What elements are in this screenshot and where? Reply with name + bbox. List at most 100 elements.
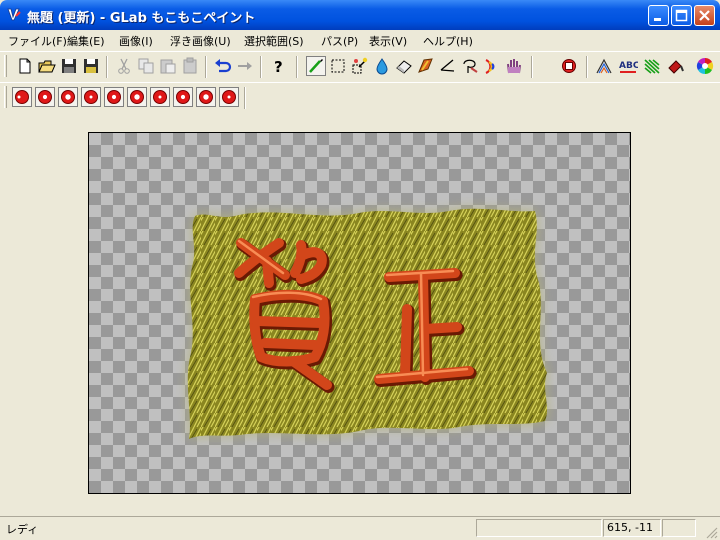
save-button[interactable] xyxy=(59,56,79,76)
ball-style-button-4[interactable] xyxy=(81,87,101,107)
hand-button[interactable] xyxy=(504,56,524,76)
hand-icon xyxy=(507,59,521,74)
color-wheel-button[interactable] xyxy=(695,56,715,76)
brush-icon xyxy=(418,58,433,73)
close-button[interactable] xyxy=(694,5,715,26)
texture-icon xyxy=(644,59,660,74)
svg-text:?: ? xyxy=(274,58,283,76)
toolbar-separator xyxy=(106,56,108,78)
ball-style-button-2[interactable] xyxy=(35,87,55,107)
paste-special-icon xyxy=(183,57,197,74)
pattern-icon: ABC xyxy=(619,61,640,73)
cut-button[interactable] xyxy=(114,56,134,76)
texture-button[interactable] xyxy=(642,56,662,76)
app-icon xyxy=(7,8,21,21)
save-icon xyxy=(62,59,76,73)
ball-style-button-10[interactable] xyxy=(219,87,239,107)
ball-style-button-9[interactable] xyxy=(196,87,216,107)
line-tool-button[interactable] xyxy=(438,56,458,76)
red-ball-7-icon xyxy=(153,90,167,104)
gradient-button[interactable] xyxy=(594,56,614,76)
ball-style-button-3[interactable] xyxy=(58,87,78,107)
help-icon: ? xyxy=(274,58,283,76)
fill-icon xyxy=(668,60,684,74)
pattern-button[interactable]: ABC xyxy=(618,56,640,76)
cut-icon xyxy=(118,58,130,74)
image-canvas[interactable] xyxy=(88,132,631,494)
paste-icon xyxy=(160,59,176,74)
toolbar-separator xyxy=(296,56,298,78)
red-ball-8-icon xyxy=(176,90,190,104)
ball-style-button-6[interactable] xyxy=(127,87,147,107)
red-ball-1-icon xyxy=(15,90,29,104)
status-text: レディ xyxy=(6,523,39,536)
new-file-button[interactable] xyxy=(15,56,35,76)
save-all-button[interactable] xyxy=(81,56,101,76)
menu-help[interactable]: ヘルプ(H) xyxy=(423,33,473,49)
ball-style-button-1[interactable] xyxy=(12,87,32,107)
menu-file[interactable]: ファイル(F) xyxy=(8,33,67,49)
svg-text:ABC: ABC xyxy=(619,61,638,71)
red-ball-10-icon xyxy=(222,90,236,104)
ball-style-button-8[interactable] xyxy=(173,87,193,107)
menu-bar: ファイル(F) 編集(E) 画像(I) 浮き画像(U) 選択範囲(S) パス(P… xyxy=(0,30,720,50)
rect-select-icon xyxy=(331,59,345,73)
undo-button[interactable] xyxy=(213,56,233,76)
menu-edit[interactable]: 編集(E) xyxy=(67,33,105,49)
maximize-icon xyxy=(675,9,688,22)
red-ball-2-icon xyxy=(38,90,52,104)
gradient-icon xyxy=(596,58,612,74)
rainbow-icon xyxy=(485,58,495,75)
toolbar-separator xyxy=(586,56,588,78)
paste-special-button[interactable] xyxy=(180,56,200,76)
minimize-button[interactable] xyxy=(648,5,669,26)
line-tool-icon xyxy=(440,59,455,72)
maximize-button[interactable] xyxy=(671,5,692,26)
redo-button[interactable] xyxy=(235,56,255,76)
resize-grip-icon[interactable] xyxy=(704,525,718,539)
magic-wand-button[interactable] xyxy=(350,56,370,76)
menu-floating-image[interactable]: 浮き画像(U) xyxy=(170,33,231,49)
fill-button[interactable] xyxy=(666,56,686,76)
open-folder-icon xyxy=(38,60,56,73)
toolbar-grip[interactable] xyxy=(4,55,7,77)
red-ball-4-icon xyxy=(84,90,98,104)
menu-selection[interactable]: 選択範囲(S) xyxy=(244,33,304,49)
dropper-button[interactable] xyxy=(372,56,392,76)
toolbar-separator xyxy=(244,87,246,109)
copy-icon xyxy=(138,58,154,74)
toolbar-grip[interactable] xyxy=(4,86,7,108)
menu-image[interactable]: 画像(I) xyxy=(119,33,153,49)
red-ball-5-icon xyxy=(107,90,121,104)
ball-style-button-5[interactable] xyxy=(104,87,124,107)
rect-select-button[interactable] xyxy=(328,56,348,76)
menu-path[interactable]: パス(P) xyxy=(321,33,358,49)
rainbow-button[interactable] xyxy=(482,56,502,76)
dropper-icon xyxy=(376,58,388,75)
red-ball-9-icon xyxy=(199,90,213,104)
paste-button[interactable] xyxy=(158,56,178,76)
cursor-coords: 615, -11 xyxy=(607,521,653,534)
status-panel-extra xyxy=(662,519,696,537)
lasso-icon xyxy=(463,59,478,73)
menu-view[interactable]: 表示(V) xyxy=(369,33,407,49)
close-icon xyxy=(699,10,710,21)
filter-button[interactable] xyxy=(559,56,579,76)
open-button[interactable] xyxy=(37,56,57,76)
ball-toolbar xyxy=(0,82,720,112)
artwork xyxy=(187,208,548,439)
redo-icon xyxy=(238,62,252,70)
copy-button[interactable] xyxy=(136,56,156,76)
brush-button[interactable] xyxy=(416,56,436,76)
pen-tool-button[interactable] xyxy=(306,56,326,76)
ball-style-button-7[interactable] xyxy=(150,87,170,107)
lasso-button[interactable] xyxy=(460,56,480,76)
minimize-icon xyxy=(654,18,661,21)
help-button[interactable]: ? xyxy=(268,56,288,76)
main-toolbar: ? ABC xyxy=(0,51,720,82)
eraser-icon xyxy=(396,60,412,74)
color-wheel-icon xyxy=(696,57,714,75)
undo-icon xyxy=(215,59,232,73)
status-panel-empty xyxy=(476,519,602,537)
eraser-button[interactable] xyxy=(394,56,414,76)
